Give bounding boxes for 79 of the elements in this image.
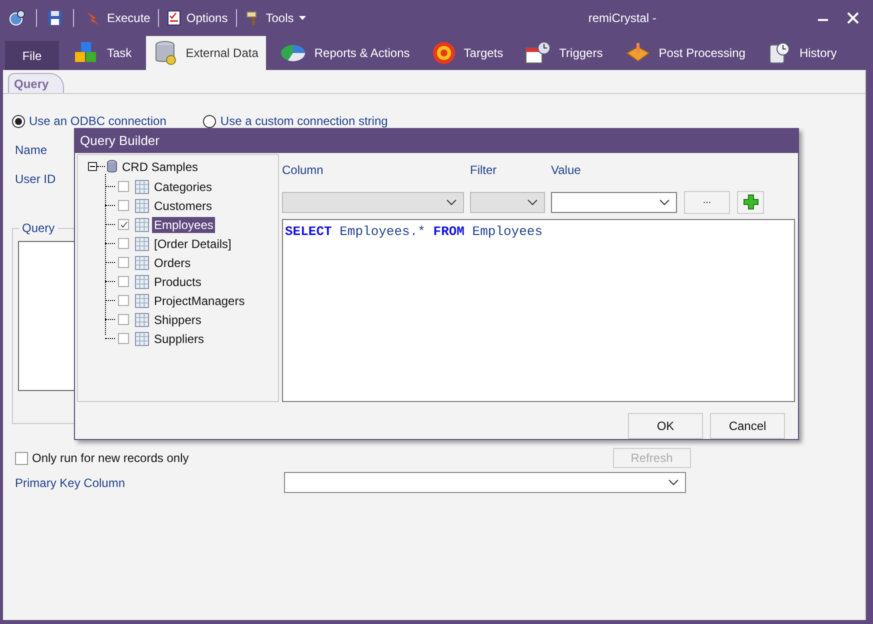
lightning-arrow-icon (86, 10, 102, 26)
browse-button[interactable]: ... (684, 190, 730, 214)
globe-icon[interactable] (8, 9, 26, 27)
plus-icon (742, 194, 758, 210)
checkbox[interactable] (118, 295, 129, 306)
checkbox[interactable] (118, 219, 129, 230)
radio-button[interactable] (203, 114, 216, 128)
field-label: User ID (15, 171, 56, 182)
checkbox[interactable] (118, 257, 129, 268)
table-icon (135, 274, 149, 288)
dialog-title: Query Builder (80, 132, 160, 150)
column-label: Value (551, 162, 581, 179)
table-icon (135, 198, 149, 212)
target-icon (432, 41, 456, 65)
field-label: Primary Key Column (15, 474, 126, 492)
ribbon-tab[interactable]: Post Processing (616, 36, 754, 70)
table-icon (135, 294, 149, 308)
close-icon[interactable] (847, 12, 859, 24)
ribbon-tab[interactable]: Targets (424, 36, 512, 70)
checkbox[interactable] (118, 200, 129, 211)
table-item[interactable]: Shippers (152, 312, 204, 328)
save-icon[interactable] (47, 10, 63, 26)
ribbon-tab[interactable]: History (759, 36, 845, 70)
window-title: remiCrystal - (588, 10, 656, 27)
add-button[interactable] (737, 190, 764, 214)
checkbox[interactable] (15, 452, 28, 464)
table-icon (135, 218, 149, 232)
column-label: Filter (470, 162, 498, 179)
table-item[interactable]: Suppliers (152, 330, 206, 346)
table-icon (135, 256, 149, 270)
collapse-toggle[interactable] (88, 162, 97, 171)
tree-root-label[interactable]: CRD Samples (122, 158, 198, 176)
radio-label: Use a custom connection string (220, 113, 388, 130)
table-item[interactable]: ProjectManagers (152, 292, 247, 308)
field-label: Name (15, 142, 48, 153)
caret-icon (298, 16, 306, 20)
toolbar-button[interactable]: Options (165, 9, 230, 27)
radio-label: Use an ODBC connection (29, 113, 166, 130)
table-icon (135, 312, 149, 326)
group-label: Query (19, 221, 58, 235)
minus-icon (90, 164, 95, 169)
table-item[interactable]: Products (152, 274, 204, 290)
radio-button[interactable] (12, 114, 25, 128)
tools-menu[interactable]: Tools (242, 9, 308, 27)
sql-text: SELECT Employees.* FROM Employees (285, 224, 543, 239)
chart-disc-icon (280, 43, 306, 63)
checkbox[interactable] (118, 181, 129, 192)
table-icon (135, 236, 149, 250)
table-item[interactable]: Orders (152, 254, 193, 270)
table-item[interactable]: [Order Details] (152, 236, 234, 252)
scroll-clock-icon (767, 41, 792, 65)
checkbox[interactable] (118, 333, 129, 344)
dialog-button[interactable]: OK (628, 413, 703, 439)
sql-editor[interactable]: SELECT Employees.* FROM Employees (282, 219, 795, 402)
ribbon-tab[interactable]: External Data (146, 36, 266, 70)
table-item[interactable]: Categories (152, 178, 214, 194)
column-label: Column (282, 162, 324, 179)
database-icon (154, 40, 178, 66)
toolbar-button[interactable]: Execute (84, 9, 152, 27)
checkbox[interactable] (118, 276, 129, 287)
ribbon-tab[interactable]: Task (65, 36, 140, 70)
primary-key-dropdown[interactable] (284, 472, 686, 493)
dropdown[interactable] (551, 192, 677, 212)
table-icon (135, 180, 149, 194)
ribbon-tab[interactable]: Triggers (517, 36, 611, 70)
dialog-button[interactable]: Cancel (710, 413, 785, 439)
cubes-icon (73, 41, 99, 65)
table-item[interactable]: Customers (152, 198, 214, 214)
table-icon (135, 332, 149, 346)
database-icon (107, 160, 117, 173)
table-item[interactable]: Employees (152, 216, 216, 232)
checkbox[interactable] (118, 314, 129, 325)
page-tab[interactable]: Query (8, 73, 64, 93)
file-tab[interactable]: File (5, 41, 59, 70)
checklist-icon (167, 10, 182, 26)
checkbox-label: Only run for new records only (32, 450, 189, 467)
ribbon-tab[interactable]: Reports & Actions (272, 36, 418, 70)
calendar-clock-icon (525, 41, 552, 65)
checkbox[interactable] (118, 238, 129, 249)
